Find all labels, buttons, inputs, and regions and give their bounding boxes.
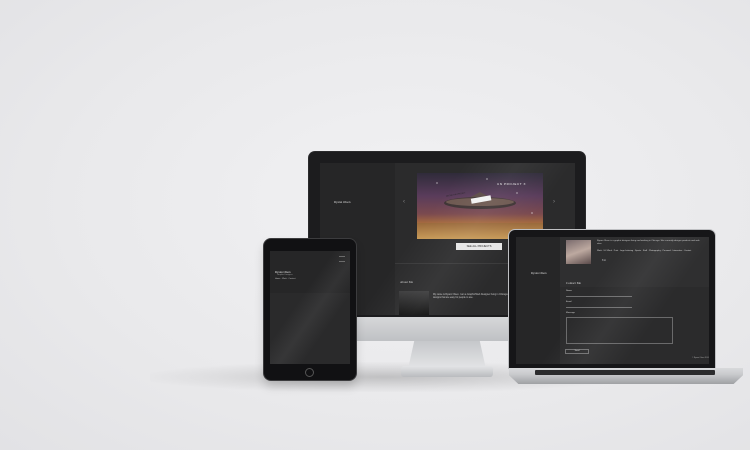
message-field[interactable] bbox=[566, 317, 673, 344]
about-section-title: About Me bbox=[400, 280, 414, 284]
send-button[interactable]: Send bbox=[565, 349, 589, 354]
copyright: © Ryann Olsen 2014 bbox=[692, 357, 709, 359]
email-field[interactable] bbox=[566, 307, 632, 308]
imac-base bbox=[401, 366, 493, 377]
social-icons[interactable]: f in bbox=[602, 258, 606, 262]
nav-links[interactable]: Work · UX Work · Print · Logo Lettering … bbox=[597, 250, 705, 253]
see-all-projects-button[interactable]: SEE ALL PROJECTS bbox=[456, 243, 502, 250]
home-button[interactable] bbox=[305, 368, 314, 377]
profile-photo bbox=[566, 240, 591, 264]
about-photo bbox=[399, 291, 429, 315]
tablet-screen: Ryann Olsen Graphic Designer Home · Work… bbox=[270, 251, 350, 364]
site-subtitle: Graphic Designer bbox=[277, 274, 293, 276]
carousel-next-arrow-icon[interactable]: › bbox=[553, 199, 555, 205]
site-logo[interactable]: Ryann Olsen bbox=[334, 200, 350, 204]
message-label: Message bbox=[566, 312, 575, 314]
hero-project-label: UN PROJECT X bbox=[497, 182, 527, 186]
carousel-prev-arrow-icon[interactable]: ‹ bbox=[403, 199, 405, 205]
name-field[interactable] bbox=[566, 296, 632, 297]
email-label: Email bbox=[566, 301, 572, 303]
profile-bio: Ryann Olsen is a graphic designer living… bbox=[597, 240, 700, 245]
site-logo[interactable]: Ryann Olsen bbox=[531, 271, 546, 275]
menu-icon[interactable] bbox=[339, 256, 345, 262]
tablet-header: Ryann Olsen Graphic Designer Home · Work… bbox=[270, 251, 350, 293]
contact-title: Contact Me bbox=[566, 281, 581, 285]
laptop-keyboard bbox=[535, 370, 715, 375]
name-label: Name bbox=[566, 290, 572, 292]
laptop-screen: Ryann Olsen Ryann Olsen is a graphic des… bbox=[516, 237, 709, 364]
laptop-logo-column: Ryann Olsen bbox=[516, 237, 560, 364]
tablet-nav[interactable]: Home · Work · Contact bbox=[275, 278, 295, 280]
imac-stand bbox=[408, 341, 486, 369]
